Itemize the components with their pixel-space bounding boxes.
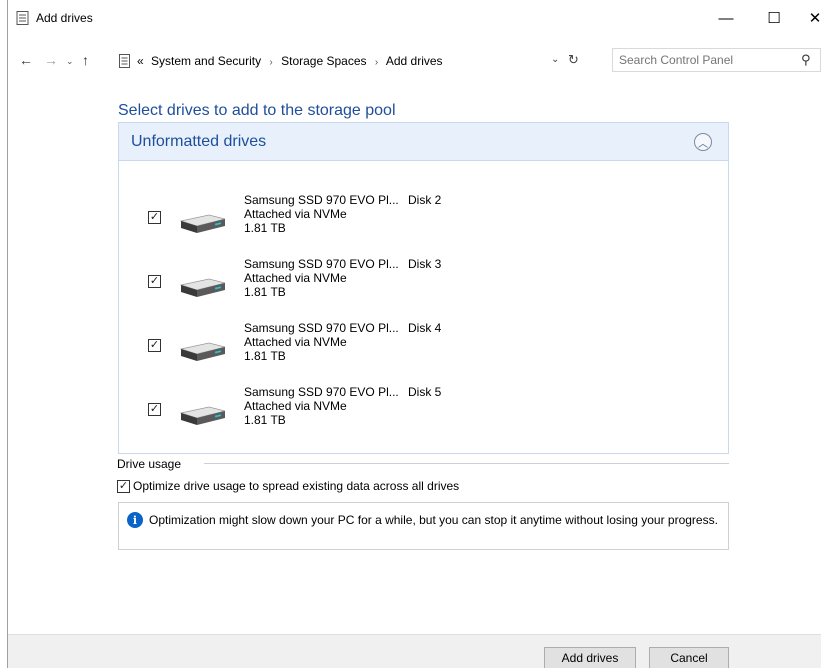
optimize-label[interactable]: Optimize drive usage to spread existing … <box>133 479 459 493</box>
info-message: i Optimization might slow down your PC f… <box>118 502 729 550</box>
drive-usage-label: Drive usage <box>117 457 185 471</box>
address-dropdown-icon[interactable]: ⌄ <box>551 54 559 65</box>
drive-info: Samsung SSD 970 EVO Pl... Attached via N… <box>244 257 399 299</box>
drive-size: 1.81 TB <box>244 349 286 363</box>
breadcrumb: « System and Security › Storage Spaces ›… <box>137 54 443 68</box>
search-box[interactable]: ⚲ <box>612 48 821 72</box>
optimize-checkbox[interactable]: ✓ <box>117 480 130 493</box>
unformatted-drives-panel: Unformatted drives ︿ ✓ Samsung SSD 970 E… <box>118 122 729 454</box>
title-bar: Add drives — ☐ ✕ <box>8 0 821 36</box>
drive-checkbox[interactable]: ✓ <box>148 403 161 416</box>
drive-info: Samsung SSD 970 EVO Pl... Attached via N… <box>244 385 399 427</box>
drive-connection: Attached via NVMe <box>244 399 347 413</box>
hard-drive-icon <box>179 406 226 425</box>
back-icon[interactable]: ← <box>19 52 33 68</box>
hard-drive-icon <box>179 214 226 233</box>
breadcrumb-overflow[interactable]: « <box>137 54 144 68</box>
drive-size: 1.81 TB <box>244 221 286 235</box>
drive-name: Samsung SSD 970 EVO Pl... <box>244 257 399 271</box>
hard-drive-icon <box>179 342 226 361</box>
search-icon[interactable]: ⚲ <box>801 52 811 68</box>
collapse-icon[interactable]: ︿ <box>694 133 712 151</box>
recent-locations-icon[interactable]: ⌄ <box>66 56 74 67</box>
forward-icon[interactable]: → <box>44 52 58 68</box>
drive-info: Samsung SSD 970 EVO Pl... Attached via N… <box>244 193 399 235</box>
hard-drive-icon <box>179 278 226 297</box>
group-divider <box>204 463 729 464</box>
navigation-bar: ← → ⌄ ↑ « System and Security › Storage … <box>8 44 821 76</box>
breadcrumb-item-system-security[interactable]: System and Security <box>147 54 261 68</box>
drive-checkbox[interactable]: ✓ <box>148 339 161 352</box>
drive-info: Samsung SSD 970 EVO Pl... Attached via N… <box>244 321 399 363</box>
maximize-button[interactable]: ☐ <box>754 0 794 36</box>
drive-disk-label: Disk 2 <box>408 193 442 207</box>
search-input[interactable] <box>619 52 789 68</box>
drive-row[interactable]: ✓ Samsung SSD 970 EVO Pl... Attached via… <box>119 255 728 315</box>
drive-disk-label: Disk 4 <box>408 321 442 335</box>
section-header: Unformatted drives ︿ <box>119 123 728 161</box>
section-title: Unformatted drives <box>131 133 267 150</box>
drive-size: 1.81 TB <box>244 285 286 299</box>
drive-connection: Attached via NVMe <box>244 335 347 349</box>
cancel-button[interactable]: Cancel <box>649 647 729 668</box>
breadcrumb-item-add-drives[interactable]: Add drives <box>386 54 443 68</box>
drive-connection: Attached via NVMe <box>244 271 347 285</box>
storage-spaces-icon <box>119 54 130 68</box>
minimize-button[interactable]: — <box>706 0 746 36</box>
refresh-icon[interactable]: ↻ <box>568 52 579 68</box>
address-bar[interactable]: « System and Security › Storage Spaces ›… <box>112 48 602 72</box>
drive-row[interactable]: ✓ Samsung SSD 970 EVO Pl... Attached via… <box>119 383 728 443</box>
info-icon: i <box>127 512 143 528</box>
drive-row[interactable]: ✓ Samsung SSD 970 EVO Pl... Attached via… <box>119 191 728 251</box>
up-icon[interactable]: ↑ <box>82 52 89 68</box>
drive-name: Samsung SSD 970 EVO Pl... <box>244 385 399 399</box>
storage-spaces-icon <box>16 11 29 25</box>
drive-disk-label: Disk 3 <box>408 257 442 271</box>
drive-name: Samsung SSD 970 EVO Pl... <box>244 321 399 335</box>
window-left-border <box>7 0 8 668</box>
drive-checkbox[interactable]: ✓ <box>148 275 161 288</box>
drive-disk-label: Disk 5 <box>408 385 442 399</box>
info-text: Optimization might slow down your PC for… <box>149 513 718 527</box>
breadcrumb-item-storage-spaces[interactable]: Storage Spaces <box>281 54 366 68</box>
add-drives-button[interactable]: Add drives <box>544 647 636 668</box>
breadcrumb-separator[interactable]: › <box>370 57 383 68</box>
drive-connection: Attached via NVMe <box>244 207 347 221</box>
page-title: Select drives to add to the storage pool <box>118 102 396 119</box>
drive-name: Samsung SSD 970 EVO Pl... <box>244 193 399 207</box>
drive-row[interactable]: ✓ Samsung SSD 970 EVO Pl... Attached via… <box>119 319 728 379</box>
close-button[interactable]: ✕ <box>801 0 821 36</box>
window-title: Add drives <box>36 11 93 25</box>
drive-checkbox[interactable]: ✓ <box>148 211 161 224</box>
footer-bar: Add drives Cancel <box>8 634 821 668</box>
drive-size: 1.81 TB <box>244 413 286 427</box>
breadcrumb-separator[interactable]: › <box>264 57 277 68</box>
